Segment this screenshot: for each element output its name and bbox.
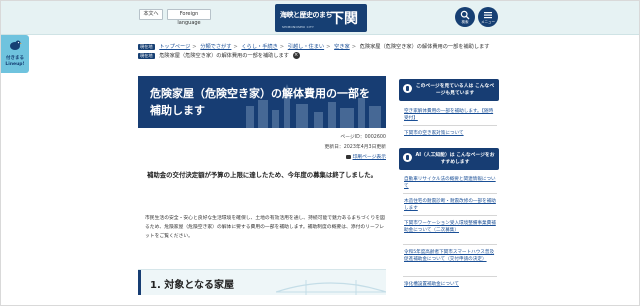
menu-button[interactable]: メニュー — [478, 7, 498, 27]
ai-link-1[interactable]: 自動車リサイクル法の概要と関連情報について — [404, 176, 496, 190]
ai-recommend-heading-text: AI（人工知能）は こんなページをおすすめします — [415, 153, 495, 165]
printer-icon — [345, 154, 351, 159]
breadcrumb-current: 危険家屋（危険空き家）の解体費用の一部を補助します — [359, 44, 490, 50]
section-heading-box: 1. 対象となる家屋 — [138, 269, 386, 295]
skip-to-content-button[interactable]: 本文へ — [139, 9, 163, 20]
foreign-language-button[interactable]: Foreign language — [167, 9, 211, 26]
section-accent-bar — [138, 270, 141, 295]
intro-paragraph: 市民生活の安全・安心と良好な生活環境を確保し、土地の有効活用を通し、持続可能で魅… — [145, 216, 385, 239]
breadcrumb-tag: 現在地 — [138, 43, 155, 50]
sidebar-divider — [403, 215, 497, 216]
site-header: 本文へ Foreign language 海峡と歴史のまち 下関 SHIMONO… — [1, 1, 639, 35]
page-title-banner: 危険家屋（危険空き家）の解体費用の一部を補助します — [138, 76, 386, 128]
ai-icon — [403, 153, 412, 162]
menu-label: メニュー — [481, 20, 495, 24]
bridge-illustration — [276, 280, 386, 295]
ai-link-4[interactable]: 令和5年度高齢者下関市スマートハウス普及促進補助金について（交付申請の決定） — [404, 249, 496, 263]
print-page-link[interactable]: 印刷ページ表示 — [345, 153, 386, 160]
closed-notice: 補助金の交付決定額が予算の上限に達したため、今年度の募集は終了しました。 — [147, 171, 378, 179]
breadcrumb-tag-selected: 現在地 — [138, 52, 155, 59]
search-label: 検索 — [461, 20, 469, 24]
breadcrumb: 現在地 トップページ > 分類でさがす > くらし・手続き > 引越し・住まい > 空き… — [138, 43, 490, 59]
ai-recommend-heading: AI（人工知能）は こんなページをおすすめします — [399, 148, 499, 170]
ai-link-2[interactable]: 木造住宅の耐震診断・耐震改修の一部を補助します — [404, 198, 496, 212]
person-icon — [403, 84, 412, 93]
page-title: 危険家屋（危険空き家）の解体費用の一部を補助します — [150, 87, 370, 117]
lineup-label: 付きまるLineup! — [5, 56, 25, 67]
breadcrumb-link-moving[interactable]: 引越し・住まい — [288, 44, 324, 50]
logo-city-name: 下関 — [330, 11, 358, 27]
related-pages-heading: このページを見ている人は こんなページも見ています — [399, 79, 499, 101]
breadcrumb-link-top[interactable]: トップページ — [159, 44, 190, 50]
breadcrumb-link-vacant-house[interactable]: 空き家 — [334, 44, 350, 50]
lineup-widget[interactable]: 付きまるLineup! — [1, 35, 29, 73]
close-icon[interactable]: × — [292, 52, 300, 59]
search-icon — [460, 10, 470, 20]
related-pages-heading-text: このページを見ている人は こんなページも見ています — [415, 84, 495, 96]
logo-tagline: 海峡と歴史のまち — [280, 10, 333, 19]
ai-link-3[interactable]: 下関市ワーケーション受入環境整備事業費補助金について（二次募集） — [404, 220, 496, 234]
related-link-2[interactable]: 下関市の空き家対策について — [404, 130, 496, 137]
sidebar-divider — [403, 244, 497, 245]
sidebar-divider — [403, 193, 497, 194]
related-link-1[interactable]: 空き家解体費用の一部を補助します。【随時受付】 — [404, 108, 496, 122]
page-id: ページID：0002600 — [340, 135, 386, 140]
sidebar-divider — [403, 125, 497, 126]
bird-mascot-icon — [10, 40, 22, 50]
search-button[interactable]: 検索 — [455, 7, 475, 27]
breadcrumb-selected-page: 危険家屋（危険空き家）の解体費用の一部を補助します — [159, 53, 289, 59]
print-page-label: 印刷ページ表示 — [352, 155, 386, 160]
breadcrumb-link-living[interactable]: くらし・手続き — [241, 44, 277, 50]
section-heading: 1. 対象となる家屋 — [150, 280, 234, 291]
hamburger-icon — [484, 12, 492, 19]
ai-link-5[interactable]: 浄化槽設置補助金について — [404, 281, 496, 288]
breadcrumb-link-category[interactable]: 分類でさがす — [200, 44, 231, 50]
logo-subtitle: SHIMONOSEKI CITY — [282, 25, 315, 29]
sidebar-divider — [403, 276, 497, 277]
site-logo[interactable]: 海峡と歴史のまち 下関 SHIMONOSEKI CITY — [275, 4, 367, 32]
updated-date: 更新日：2023年4月3日更新 — [324, 145, 387, 150]
